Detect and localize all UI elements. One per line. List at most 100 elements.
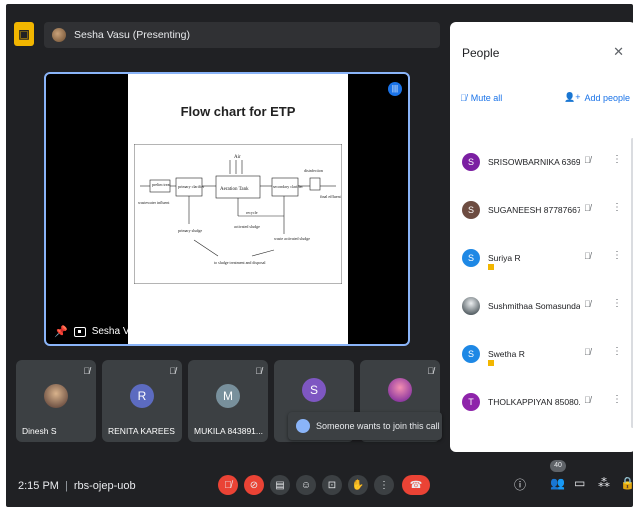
panel-actions: 🎙̸ Mute all 👤+ Add people [460,92,630,103]
more-options-icon[interactable]: ⋮ [612,250,622,261]
info-icon[interactable]: ⓘ [514,476,526,493]
toast-text: Someone wants to join this call [316,421,440,431]
mute-all-button[interactable]: 🎙̸ Mute all [460,92,502,103]
mic-off-icon: 🎙̸ [427,366,434,376]
activities-icon[interactable]: ⁂ [598,476,610,490]
participant-name: Sushmithaa Somasunda... [488,301,580,311]
close-icon[interactable]: ✕ [613,44,624,60]
participant-avatar: S [462,345,480,363]
presenting-badge-icon [488,360,494,366]
presenter-label: Sesha Vasu (Presenting) [74,29,190,41]
people-icon[interactable]: 👥 [550,476,565,490]
meeting-code: rbs-ojep-uob [73,480,136,492]
audio-indicator-icon: ||| [388,82,402,96]
label-to-sludge-treatment: to sludge treatment and disposal [214,260,266,265]
participant-row[interactable]: S SUGANEESH 8778766739 🎙̸ ⋮ [450,186,633,234]
slide: Flow chart for ETP Air prelim treat prim… [128,74,348,344]
end-call-icon: ☎ [409,479,423,491]
label-air: Air [234,155,241,160]
emoji-icon: ☺ [300,479,312,491]
captions-button[interactable]: ▤ [270,475,290,495]
presenting-badge-icon [488,264,494,270]
captions-icon: ▤ [275,479,285,491]
label-recycle: recycle [246,210,258,215]
mic-off-icon: 🎙̸ [169,366,176,376]
mic-off-icon: 🎙̸ [224,479,232,491]
participant-tile[interactable]: 🎙̸ R RENITA KAREES [102,360,182,442]
participant-name: SUGANEESH 8778766739 [488,205,580,215]
mic-off-button[interactable]: 🎙̸ [218,475,238,495]
mic-off-icon: 🎙̸ [584,155,591,165]
mic-off-icon: 🎙̸ [584,347,591,357]
participant-name: THOLKAPPIYAN 85080... [488,397,580,407]
tile-name: RENITA KAREES [108,426,175,436]
label-disinfection: disinfection [304,168,323,173]
more-options-button[interactable]: ⋮ [374,475,394,495]
participant-row[interactable]: S Swetha R 🎙̸ ⋮ [450,330,633,378]
present-button[interactable]: ⊡ [322,475,342,495]
more-options-icon[interactable]: ⋮ [612,154,622,165]
participant-avatar: R [130,384,154,408]
present-screen-icon [73,326,86,337]
participant-name: SRISOWBARNIKA 63698... [488,157,580,167]
flow-diagram: Air prelim treat primary clarifier Aerat… [134,144,342,284]
chat-icon[interactable]: ▭ [574,476,585,490]
participant-row[interactable]: Sushmithaa Somasunda... 🎙̸ ⋮ [450,282,633,330]
participant-tile[interactable]: 🎙̸ M MUKILA 843891... [188,360,268,442]
participant-name: Swetha R [488,349,525,359]
label-final-effluent: final effluent [320,194,342,199]
panel-scrollbar[interactable] [631,138,633,428]
more-options-icon[interactable]: ⋮ [612,202,622,213]
people-panel: People ✕ 🎙̸ Mute all 👤+ Add people S SRI… [450,22,633,452]
participant-photo [462,297,480,315]
stage-presenter-name: Sesha Vasu [91,326,145,337]
mic-off-icon: 🎙̸ [584,299,591,309]
add-people-label: Add people [584,92,630,103]
join-request-toast[interactable]: Someone wants to join this call [288,412,442,440]
label-primary-sludge: primary sludge [178,228,202,233]
meeting-info: 2:15 PM | rbs-ojep-uob [18,480,136,492]
mic-off-icon: 🎙̸ [584,203,591,213]
more-options-icon[interactable]: ⋮ [612,298,622,309]
emoji-button[interactable]: ☺ [296,475,316,495]
tile-name: Dinesh S [22,426,57,436]
camera-off-button[interactable]: ⊘ [244,475,264,495]
participant-avatar: S [462,249,480,267]
participant-avatar: M [216,384,240,408]
label-activated-sludge: activated sludge [234,224,260,229]
add-person-icon: 👤+ [563,92,581,102]
mic-off-icon: 🎙̸ [255,366,262,376]
mic-off-icon: 🎙̸ [83,366,90,376]
pin-icon[interactable]: 📌 [54,325,68,338]
presenting-bar[interactable]: Sesha Vasu (Presenting) [44,22,440,48]
mic-off-icon: 🎙̸ [460,92,467,103]
participant-tile[interactable]: 🎙̸ Dinesh S [16,360,96,442]
more-vert-icon: ⋮ [379,479,389,491]
host-controls-icon[interactable]: 🔒 [620,476,633,490]
participant-row[interactable]: T THOLKAPPIYAN 85080... 🎙̸ ⋮ [450,378,633,426]
slide-title: Flow chart for ETP [180,104,296,119]
panel-title: People [462,46,500,60]
mic-off-icon: 🎙̸ [584,395,591,405]
camera-off-icon: ⊘ [249,479,259,491]
raise-hand-button[interactable]: ✋ [348,475,368,495]
label-waste-activated-sludge: waste activated sludge [274,236,310,241]
add-people-button[interactable]: 👤+ Add people [564,92,630,103]
more-options-icon[interactable]: ⋮ [612,394,622,405]
participant-avatar: S [462,153,480,171]
more-options-icon[interactable]: ⋮ [612,346,622,357]
participant-avatar: S [302,378,326,402]
label-prelim: prelim treat [152,182,171,187]
label-secondary-clarifier: secondary clarifier [273,184,304,189]
mute-all-label: Mute all [470,92,503,103]
participant-row[interactable]: S SRISOWBARNIKA 63698... 🎙̸ ⋮ [450,138,633,186]
label-primary-clarifier: primary clarifier [178,184,205,189]
participant-row[interactable]: S Suriya R 🎙̸ ⋮ [450,234,633,282]
tile-name: MUKILA 843891... [194,426,263,436]
presentation-badge-icon[interactable]: ▣ [14,22,34,46]
participant-list: S SRISOWBARNIKA 63698... 🎙̸ ⋮ S SUGANEES… [450,138,633,426]
label-wastewater-influent: wastewater influent [138,200,170,205]
shared-screen[interactable]: Flow chart for ETP Air prelim treat prim… [44,72,410,346]
leave-call-button[interactable]: ☎ [402,475,430,495]
participant-name: Suriya R [488,253,521,263]
